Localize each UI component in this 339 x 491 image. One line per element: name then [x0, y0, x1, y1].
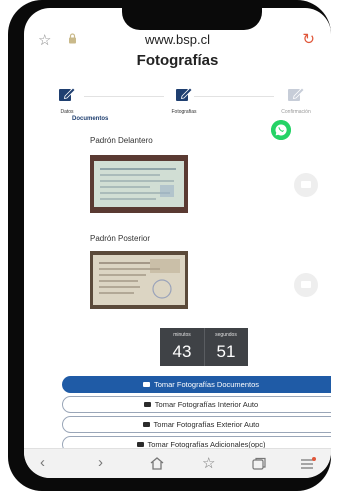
back-icon[interactable]: ‹ — [40, 454, 45, 471]
progress-steps: Datos Fotografias Confirmación — [24, 86, 331, 116]
camera-icon — [142, 382, 150, 387]
reload-icon[interactable]: ↻ — [302, 30, 315, 48]
document-photo-back — [90, 251, 188, 309]
document-photo-front — [90, 155, 188, 213]
browser-toolbar: ‹ › ☆ — [24, 448, 331, 478]
edit-icon — [288, 87, 305, 101]
forward-icon[interactable]: › — [98, 454, 103, 471]
step-label: Confirmación — [281, 109, 311, 115]
button-label: Tomar Fotografías Interior Auto — [154, 400, 259, 409]
documents-heading: Documentos — [72, 116, 109, 122]
phone-notch — [122, 8, 262, 30]
step-label: Datos — [60, 109, 74, 115]
timer-minutes: minutos 43 — [160, 328, 204, 362]
camera-icon[interactable] — [294, 173, 318, 197]
button-label: Tomar Fotografías Documentos — [153, 380, 260, 389]
edit-icon — [59, 87, 76, 101]
seconds-caption: segundos — [215, 332, 237, 338]
step-connector — [194, 96, 274, 97]
button-label: Tomar Fotografías Exterior Auto — [153, 420, 260, 429]
camera-icon — [143, 402, 151, 407]
seconds-value: 51 — [216, 342, 236, 361]
minutes-value: 43 — [172, 342, 192, 361]
camera-icon[interactable] — [294, 273, 318, 297]
url-text[interactable]: www.bsp.cl — [24, 32, 331, 47]
whatsapp-icon[interactable] — [271, 120, 291, 140]
step-fotografias[interactable]: Fotografias — [164, 86, 204, 115]
section-label-front: Padrón Delantero — [90, 136, 153, 145]
address-bar[interactable]: ☆ www.bsp.cl ↻ — [24, 28, 331, 54]
take-interior-photos-button[interactable]: Tomar Fotografías Interior Auto — [62, 396, 331, 413]
home-icon[interactable] — [150, 457, 164, 470]
timer-seconds: segundos 51 — [204, 328, 248, 362]
section-label-back: Padrón Posterior — [90, 234, 151, 243]
browser-screen: ☆ www.bsp.cl ↻ Fotografías Datos Fotogra… — [24, 8, 331, 478]
tabs-icon[interactable] — [252, 457, 266, 470]
step-connector — [84, 96, 164, 97]
minutes-caption: minutos — [173, 332, 191, 338]
page-title: Fotografías — [136, 52, 219, 69]
take-exterior-photos-button[interactable]: Tomar Fotografías Exterior Auto — [62, 416, 331, 433]
step-label: Fotografias — [171, 109, 197, 115]
step-datos[interactable]: Datos — [52, 86, 82, 115]
camera-icon — [142, 422, 150, 427]
bookmark-icon[interactable]: ☆ — [202, 454, 215, 472]
camera-icon — [136, 442, 144, 447]
phone-frame: ☆ www.bsp.cl ↻ Fotografías Datos Fotogra… — [8, 0, 331, 491]
countdown-timer: minutos 43 segundos 51 — [160, 328, 248, 366]
take-documents-photos-button[interactable]: Tomar Fotografías Documentos — [62, 376, 331, 393]
edit-icon — [176, 87, 193, 101]
menu-icon[interactable] — [300, 457, 316, 470]
step-confirmacion[interactable]: Confirmación — [274, 86, 318, 115]
